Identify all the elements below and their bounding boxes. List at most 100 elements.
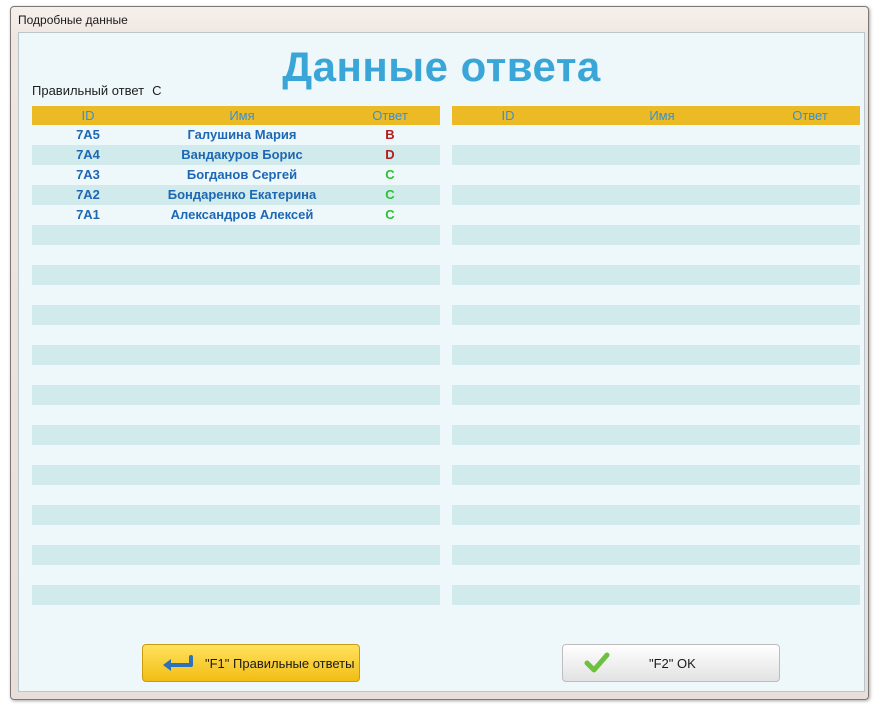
- ok-button[interactable]: "F2" OK: [562, 644, 780, 682]
- row-name: [144, 585, 340, 605]
- table-row[interactable]: [32, 605, 440, 625]
- table-body: 7A5 Галушина Мария B 7A4 Вандакуров Борис D 7A…: [32, 125, 440, 625]
- table-row[interactable]: [452, 465, 860, 485]
- correct-answers-button[interactable]: "F1" Правильные ответы: [142, 644, 360, 682]
- table-row[interactable]: [452, 245, 860, 265]
- row-answer: [340, 565, 440, 585]
- row-id: [452, 185, 564, 205]
- table-header: ID Имя Ответ: [452, 106, 860, 125]
- row-name: [144, 505, 340, 525]
- table-row[interactable]: [452, 505, 860, 525]
- table-row[interactable]: [32, 405, 440, 425]
- row-id: [452, 305, 564, 325]
- table-row[interactable]: [32, 525, 440, 545]
- row-name: [564, 345, 760, 365]
- row-name: [144, 305, 340, 325]
- table-row[interactable]: [452, 545, 860, 565]
- row-answer: [760, 345, 860, 365]
- row-id: [32, 425, 144, 445]
- table-row[interactable]: 7A3 Богданов Сергей C: [32, 165, 440, 185]
- row-answer: [760, 425, 860, 445]
- table-row[interactable]: [32, 565, 440, 585]
- table-row[interactable]: [452, 165, 860, 185]
- row-answer: [760, 445, 860, 465]
- row-name: [144, 285, 340, 305]
- row-answer: [760, 285, 860, 305]
- table-row[interactable]: [452, 605, 860, 625]
- table-row[interactable]: [32, 585, 440, 605]
- table-row[interactable]: [452, 585, 860, 605]
- row-answer: [340, 425, 440, 445]
- table-row[interactable]: [32, 265, 440, 285]
- row-name: [564, 285, 760, 305]
- row-answer: [340, 265, 440, 285]
- row-answer: [760, 485, 860, 505]
- table-row[interactable]: [32, 385, 440, 405]
- table-row[interactable]: [32, 365, 440, 385]
- row-answer: [340, 445, 440, 465]
- table-row[interactable]: [32, 425, 440, 445]
- table-row[interactable]: [452, 145, 860, 165]
- table-row[interactable]: 7A4 Вандакуров Борис D: [32, 145, 440, 165]
- table-row[interactable]: [452, 445, 860, 465]
- table-row[interactable]: [32, 225, 440, 245]
- row-name: [144, 245, 340, 265]
- row-name: [564, 385, 760, 405]
- table-row[interactable]: [32, 285, 440, 305]
- table-row[interactable]: [452, 365, 860, 385]
- row-id: [32, 465, 144, 485]
- row-answer: [760, 305, 860, 325]
- table-row[interactable]: [452, 525, 860, 545]
- row-answer: [340, 365, 440, 385]
- header-name[interactable]: Имя: [564, 106, 760, 125]
- header-id[interactable]: ID: [32, 106, 144, 125]
- table-row[interactable]: [452, 225, 860, 245]
- table-row[interactable]: [32, 545, 440, 565]
- row-id: [452, 405, 564, 425]
- row-name: Богданов Сергей: [186, 167, 298, 182]
- row-answer: [760, 605, 860, 625]
- table-row[interactable]: 7A5 Галушина Мария B: [32, 125, 440, 145]
- row-name: [564, 465, 760, 485]
- table-row[interactable]: [452, 425, 860, 445]
- row-id: [452, 485, 564, 505]
- table-row[interactable]: [452, 325, 860, 345]
- row-name: [144, 445, 340, 465]
- table-row[interactable]: [452, 485, 860, 505]
- row-id: [32, 365, 144, 385]
- table-row[interactable]: [32, 345, 440, 365]
- row-id: 7A4: [76, 147, 100, 162]
- row-answer: [760, 125, 860, 145]
- table-row[interactable]: [452, 205, 860, 225]
- table-row[interactable]: [452, 265, 860, 285]
- table-row[interactable]: 7A1 Александров Алексей C: [32, 205, 440, 225]
- table-row[interactable]: [32, 465, 440, 485]
- table-row[interactable]: [452, 565, 860, 585]
- table-row[interactable]: [32, 305, 440, 325]
- table-row[interactable]: [452, 305, 860, 325]
- row-name: Бондаренко Екатерина: [167, 187, 317, 202]
- correct-answer-value: C: [152, 83, 162, 98]
- table-row[interactable]: [452, 345, 860, 365]
- table-row[interactable]: [32, 245, 440, 265]
- table-row[interactable]: [32, 445, 440, 465]
- header-id[interactable]: ID: [452, 106, 564, 125]
- row-answer: [760, 565, 860, 585]
- table-row[interactable]: [452, 285, 860, 305]
- table-row[interactable]: [32, 325, 440, 345]
- header-answer[interactable]: Ответ: [760, 106, 860, 125]
- table-row[interactable]: [32, 485, 440, 505]
- row-id: [452, 545, 564, 565]
- table-row[interactable]: 7A2 Бондаренко Екатерина C: [32, 185, 440, 205]
- row-answer: [340, 525, 440, 545]
- row-answer: [760, 365, 860, 385]
- table-row[interactable]: [452, 385, 860, 405]
- header-name[interactable]: Имя: [144, 106, 340, 125]
- table-row[interactable]: [32, 505, 440, 525]
- table-row[interactable]: [452, 125, 860, 145]
- header-answer[interactable]: Ответ: [340, 106, 440, 125]
- row-answer: [760, 265, 860, 285]
- table-row[interactable]: [452, 185, 860, 205]
- row-name: [564, 325, 760, 345]
- table-row[interactable]: [452, 405, 860, 425]
